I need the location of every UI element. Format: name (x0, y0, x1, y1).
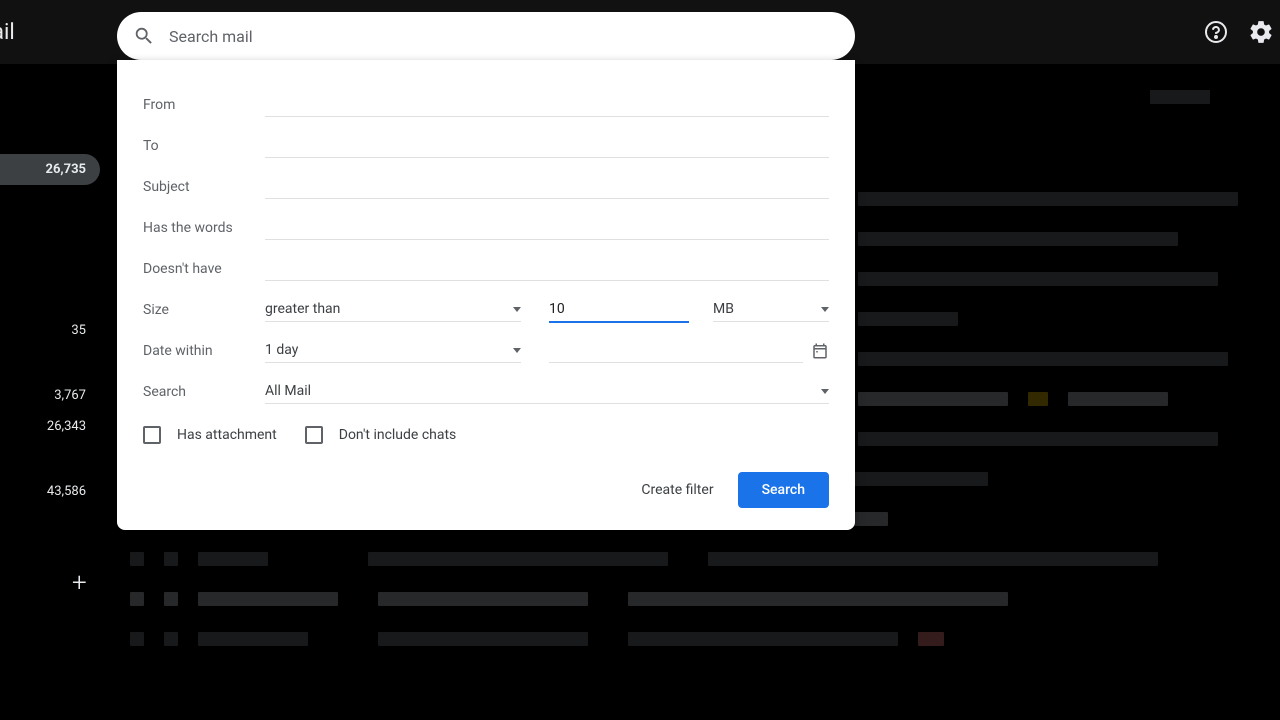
has-words-label: Has the words (143, 220, 265, 236)
add-label-icon[interactable]: + (72, 568, 87, 598)
doesnt-have-label: Doesn't have (143, 261, 265, 277)
date-range-value: 1 day (265, 342, 298, 358)
has-words-input[interactable] (265, 215, 829, 240)
brand-text: ail (0, 20, 15, 45)
date-input[interactable] (549, 338, 803, 363)
dropdown-icon (821, 307, 829, 312)
from-input[interactable] (265, 92, 829, 117)
dropdown-icon (513, 348, 521, 353)
size-unit-select[interactable]: MB (713, 297, 829, 322)
subject-label: Subject (143, 179, 265, 195)
bg-date (1150, 90, 1210, 104)
no-chats-checkbox[interactable]: Don't include chats (305, 426, 457, 444)
create-filter-button[interactable]: Create filter (641, 482, 713, 498)
sidebar-count-1[interactable]: 35 (0, 317, 100, 344)
search-icon (133, 25, 155, 47)
advanced-search-panel: From To Subject Has the words Doesn't ha… (117, 60, 855, 530)
has-attachment-checkbox[interactable]: Has attachment (143, 426, 277, 444)
size-value-input[interactable] (549, 297, 689, 323)
size-operator-select[interactable]: greater than (265, 297, 521, 322)
size-label: Size (143, 302, 265, 318)
topbar: ail (0, 0, 1280, 64)
doesnt-have-input[interactable] (265, 256, 829, 281)
to-label: To (143, 138, 265, 154)
dropdown-icon (513, 307, 521, 312)
no-chats-label: Don't include chats (339, 427, 457, 443)
settings-icon[interactable] (1248, 19, 1274, 45)
sidebar-count-3[interactable]: 26,343 (0, 413, 100, 440)
dropdown-icon (821, 389, 829, 394)
search-button[interactable]: Search (738, 472, 829, 508)
search-in-select[interactable]: All Mail (265, 379, 829, 404)
calendar-icon[interactable] (811, 342, 829, 360)
sidebar-count-2[interactable]: 3,767 (0, 382, 100, 409)
search-in-label: Search (143, 384, 265, 400)
sidebar-count-inbox[interactable]: 26,735 (0, 154, 100, 185)
has-attachment-label: Has attachment (177, 427, 277, 443)
date-within-label: Date within (143, 343, 265, 359)
subject-input[interactable] (265, 174, 829, 199)
search-in-value: All Mail (265, 383, 311, 399)
from-label: From (143, 97, 265, 113)
search-bar[interactable] (117, 12, 855, 60)
sidebar-count-4[interactable]: 43,586 (0, 478, 100, 505)
search-input[interactable] (169, 27, 839, 46)
checkbox-icon (143, 426, 161, 444)
size-operator-value: greater than (265, 301, 340, 317)
size-unit-value: MB (713, 301, 734, 317)
date-range-select[interactable]: 1 day (265, 338, 521, 363)
help-icon[interactable] (1204, 20, 1228, 44)
to-input[interactable] (265, 133, 829, 158)
checkbox-icon (305, 426, 323, 444)
sidebar: 26,735 35 3,767 26,343 43,586 (0, 70, 100, 505)
